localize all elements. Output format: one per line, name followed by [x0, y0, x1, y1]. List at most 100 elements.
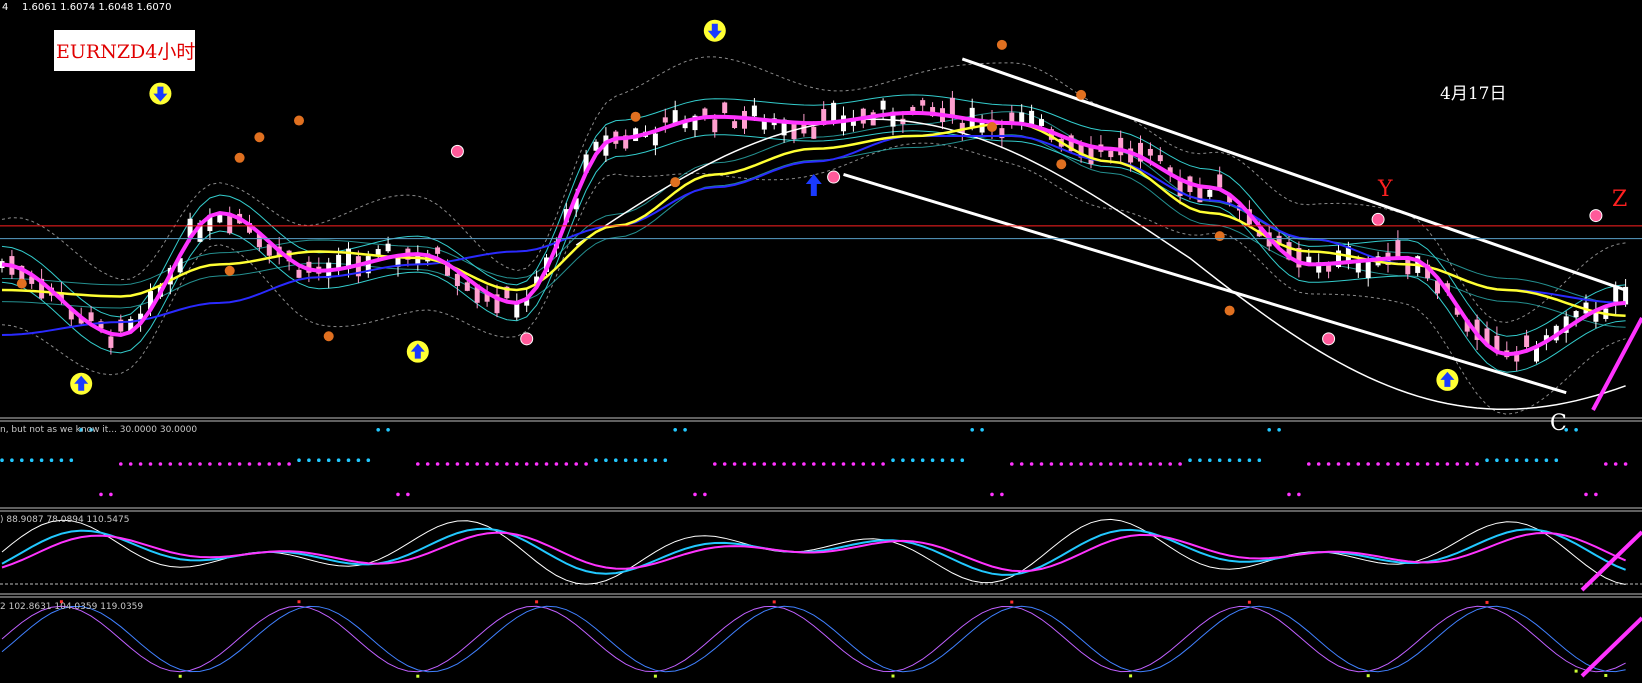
candle-body [1147, 148, 1153, 156]
step-dot [29, 458, 34, 463]
candle-body [652, 133, 658, 146]
step-dot [950, 458, 955, 463]
candle-body [920, 100, 926, 106]
step-dot [851, 462, 856, 466]
step-dot [1346, 462, 1351, 466]
candle-body [751, 105, 757, 117]
step-dot [831, 462, 836, 466]
date-annotation: 4月17日 [1440, 84, 1506, 104]
step-dot [425, 462, 430, 466]
step-dot [1623, 462, 1628, 466]
candle-body [732, 121, 738, 129]
candle-body [841, 115, 846, 132]
step-dot [1059, 462, 1064, 466]
step-dot [99, 492, 103, 497]
step-dot [1198, 458, 1202, 463]
step-dot [317, 458, 321, 463]
candle-body [979, 122, 985, 133]
orange-dot-marker [987, 121, 997, 132]
candle-body [1573, 311, 1579, 318]
step-dot [683, 428, 687, 432]
step-dot [742, 462, 747, 466]
step-dot [49, 458, 54, 463]
candle-body [1118, 137, 1124, 156]
orange-dot-marker [254, 132, 265, 143]
step-dot [287, 462, 291, 466]
step-dot [515, 462, 519, 466]
step-dot [1208, 458, 1212, 463]
candle-body [385, 243, 391, 252]
step-dot [881, 462, 885, 466]
step-dot [416, 462, 420, 466]
step-dot [455, 462, 460, 466]
step-dot [0, 458, 4, 463]
step-dot [198, 462, 202, 466]
step-dot [564, 462, 569, 466]
step-dot [1406, 462, 1410, 466]
orange-dot-marker [1076, 89, 1087, 100]
step-dot [594, 458, 598, 463]
step-dot [1148, 462, 1153, 466]
step-dot [693, 492, 697, 497]
orange-dot-marker [16, 278, 27, 289]
step-dot [1594, 492, 1598, 497]
step-dot [59, 458, 64, 463]
overbought-dot [1247, 600, 1251, 604]
step-dot [1138, 462, 1143, 466]
overbought-dot [772, 600, 776, 604]
step-dot [782, 462, 786, 466]
step-dot [1326, 462, 1331, 466]
step-dot [544, 462, 549, 466]
overbought-dot [297, 600, 301, 604]
step-dot [752, 462, 757, 466]
step-dot [1158, 462, 1163, 466]
step-dot [633, 458, 638, 463]
candle-body [296, 269, 302, 278]
step-dot [267, 462, 272, 466]
candle-body [722, 102, 728, 114]
overbought-dot [1485, 600, 1489, 604]
step-dot [495, 462, 499, 466]
orange-dot-marker [323, 331, 334, 342]
step-dot [1584, 492, 1588, 497]
step-dot [1267, 428, 1271, 432]
step-dot [960, 458, 965, 463]
step-dot [376, 428, 381, 432]
step-dot [653, 458, 658, 463]
step-dot [1247, 458, 1252, 463]
candle-body [1108, 150, 1114, 158]
candle-body [454, 273, 460, 287]
step-dot [1366, 462, 1370, 466]
candle-body [1524, 335, 1530, 347]
ohlc-readout: 1.6061 1.6074 1.6048 1.6070 [22, 2, 172, 13]
oversold-dot [416, 674, 420, 678]
step-dot [247, 462, 252, 466]
step-dot [148, 462, 153, 466]
wave-label-c: C [1550, 411, 1567, 436]
candle-body [880, 100, 886, 110]
step-dot [1554, 458, 1559, 463]
oversold-dot [1129, 674, 1133, 678]
orange-dot-marker [670, 177, 681, 188]
step-dot [1178, 462, 1182, 466]
step-dot [406, 492, 410, 497]
title-text: EURNZD4小时 [56, 41, 195, 63]
step-dot [1227, 458, 1232, 463]
candle-body [1157, 155, 1163, 162]
step-dot [821, 462, 826, 466]
step-dot [1534, 458, 1539, 463]
oversold-dot [1366, 674, 1370, 678]
step-dot [485, 462, 489, 466]
step-dot [703, 492, 707, 497]
step-dot [1396, 462, 1400, 466]
step-dot [69, 458, 74, 463]
orange-dot-marker [1224, 305, 1235, 316]
step-dot [1604, 462, 1608, 466]
pink-signal-marker [1589, 209, 1603, 223]
candle-body [1395, 240, 1401, 259]
step-dot [802, 462, 806, 466]
step-dot [861, 462, 866, 466]
step-dot [713, 462, 717, 466]
step-dot [158, 462, 163, 466]
step-dot [20, 458, 24, 463]
